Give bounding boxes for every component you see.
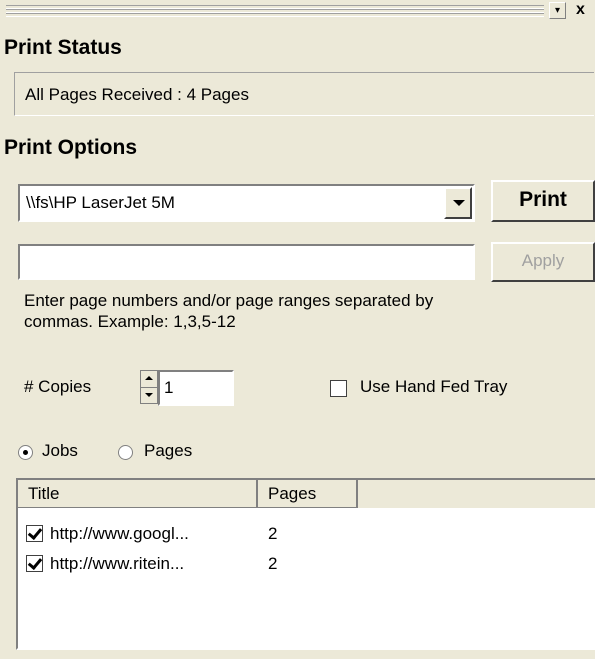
jobs-radio[interactable]: [18, 445, 33, 460]
print-status-heading: Print Status: [4, 36, 122, 59]
column-header-title[interactable]: Title: [18, 480, 258, 508]
copies-label: # Copies: [24, 377, 92, 396]
job-pages: 2: [268, 554, 278, 573]
jobs-list[interactable]: Title Pages http://www.googl... 2 http:/…: [16, 478, 595, 650]
printer-select[interactable]: \\fs\HP LaserJet 5M: [18, 184, 475, 222]
job-pages: 2: [268, 524, 278, 543]
collapse-button[interactable]: ▾: [549, 2, 566, 19]
spin-down-icon[interactable]: [141, 388, 157, 404]
help-text-line: Enter page numbers and/or page ranges se…: [24, 291, 434, 310]
copies-spinner[interactable]: [140, 370, 158, 404]
help-text-line: commas. Example: 1,3,5-12: [24, 312, 236, 331]
table-row[interactable]: http://www.ritein... 2: [24, 552, 584, 578]
print-button[interactable]: Print: [491, 180, 595, 222]
job-checkbox[interactable]: [26, 555, 43, 572]
title-strip: ▾ x: [0, 0, 595, 24]
pages-radio-label[interactable]: Pages: [144, 441, 192, 461]
job-title: http://www.googl...: [50, 524, 189, 543]
jobs-radio-label[interactable]: Jobs: [42, 441, 78, 461]
job-checkbox[interactable]: [26, 525, 43, 542]
print-options-heading: Print Options: [4, 136, 137, 159]
pages-radio[interactable]: [118, 445, 133, 460]
list-header: Title Pages: [18, 480, 595, 508]
hand-fed-tray-checkbox[interactable]: [330, 380, 347, 397]
chevron-down-icon: ▾: [554, 5, 561, 16]
close-icon[interactable]: x: [576, 2, 585, 18]
dropdown-arrow-icon[interactable]: [444, 187, 472, 219]
print-status-message: All Pages Received : 4 Pages: [25, 85, 249, 104]
page-range-help: Enter page numbers and/or page ranges se…: [24, 290, 584, 332]
page-range-input[interactable]: [18, 244, 475, 280]
spin-up-icon[interactable]: [141, 371, 157, 388]
copies-input[interactable]: 1: [158, 370, 234, 406]
apply-button[interactable]: Apply: [491, 242, 595, 282]
grip-line: [6, 13, 544, 17]
table-row[interactable]: http://www.googl... 2: [24, 522, 584, 548]
print-status-box: All Pages Received : 4 Pages: [14, 72, 594, 116]
hand-fed-tray-label[interactable]: Use Hand Fed Tray: [360, 377, 507, 397]
column-header-pages[interactable]: Pages: [258, 480, 358, 508]
job-title: http://www.ritein...: [50, 554, 185, 573]
printer-select-value: \\fs\HP LaserJet 5M: [26, 193, 175, 212]
